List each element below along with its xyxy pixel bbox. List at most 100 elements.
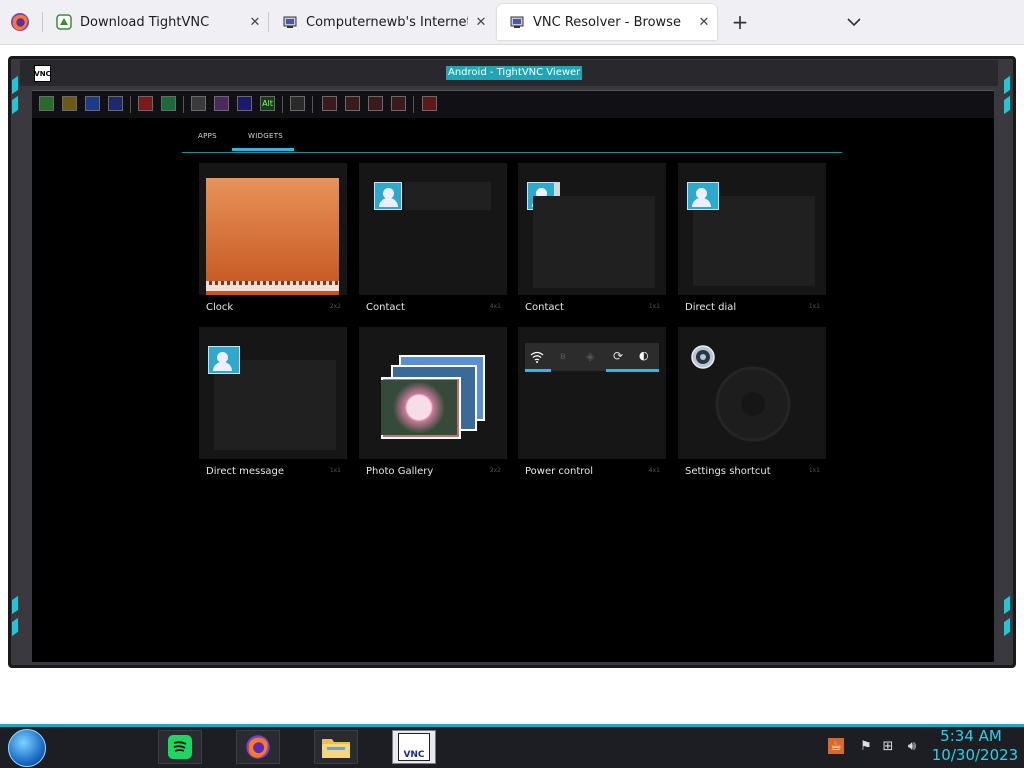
sync-icon: ⟳ xyxy=(613,349,624,363)
widget-name: Settings shortcut xyxy=(685,466,771,477)
options-icon[interactable] xyxy=(85,96,100,111)
tab-title: Download TightVNC xyxy=(80,14,210,30)
spotify-icon xyxy=(168,735,192,759)
zoom-in-icon[interactable] xyxy=(322,96,337,111)
taskbar-accent-stripe xyxy=(0,724,1024,727)
widget-name: Contact xyxy=(525,302,564,313)
taskbar-spotify[interactable] xyxy=(158,730,202,764)
wifi-on-indicator xyxy=(525,369,551,372)
taskbar-file-explorer[interactable] xyxy=(314,730,358,764)
toolbar-separator xyxy=(312,96,313,113)
tab-vnc-resolver[interactable]: VNC Resolver - Browse ✕ xyxy=(497,4,717,40)
taskbar-clock-time[interactable]: 5:34 AM xyxy=(926,727,1016,745)
refresh-icon[interactable] xyxy=(161,96,176,111)
widget-contact-1x1[interactable]: Contact 1x1 xyxy=(518,163,666,319)
vnc-resolver-site-icon xyxy=(509,14,525,30)
widget-direct-message[interactable]: Direct message 1x1 xyxy=(199,327,347,483)
java-update-icon[interactable]: ☕ xyxy=(828,738,844,754)
tightvnc-app-icon: VNC xyxy=(398,733,430,761)
tab-separator xyxy=(42,12,43,32)
widget-name: Photo Gallery xyxy=(366,466,434,477)
widget-preview xyxy=(359,327,507,459)
widget-direct-dial[interactable]: Direct dial 1x1 xyxy=(678,163,826,319)
active-tab-indicator xyxy=(232,148,294,151)
new-tab-button[interactable]: + xyxy=(728,10,752,34)
tab-title: Computernewb's Internet Pub xyxy=(306,14,468,30)
ctrl-key-icon[interactable] xyxy=(237,96,252,111)
ctrl-alt-del-icon[interactable] xyxy=(191,96,206,111)
chevron-down-icon[interactable] xyxy=(844,10,864,34)
wifi-icon xyxy=(530,351,544,363)
zoom-100-icon[interactable] xyxy=(368,96,383,111)
tab-computernewb[interactable]: Computernewb's Internet Pub ✕ xyxy=(270,0,494,44)
widget-contact-4x1[interactable]: Contact 4x1 xyxy=(359,163,507,319)
widget-preview: ʙ ◈ ⟳ ◐ xyxy=(518,327,666,459)
folder-icon xyxy=(322,739,350,758)
widget-name: Contact xyxy=(366,302,405,313)
gps-icon: ◈ xyxy=(586,350,595,363)
widget-name: Direct dial xyxy=(685,302,737,313)
zoom-fit-icon[interactable] xyxy=(391,96,406,111)
android-tab-bar: APPS WIDGETS xyxy=(182,118,842,153)
firefox-icon xyxy=(246,735,270,759)
start-button[interactable] xyxy=(8,729,46,767)
widget-name: Clock xyxy=(206,302,234,313)
new-connection-icon[interactable] xyxy=(39,96,54,111)
widget-preview xyxy=(518,163,666,295)
widget-size: 1x1 xyxy=(329,467,341,474)
transfer-files-icon[interactable] xyxy=(290,96,305,111)
widget-preview xyxy=(678,163,826,295)
settings-gear-icon xyxy=(691,345,715,369)
network-icon[interactable]: ⊞ xyxy=(880,738,896,754)
save-session-icon[interactable] xyxy=(62,96,77,111)
tab-separator xyxy=(268,12,269,32)
widget-power-control[interactable]: ʙ ◈ ⟳ ◐ Power control 4x1 xyxy=(518,327,666,483)
clock-base xyxy=(206,285,339,291)
widget-size: 4x1 xyxy=(648,467,660,474)
close-tab-icon[interactable]: ✕ xyxy=(691,15,717,30)
tab-title: VNC Resolver - Browse xyxy=(533,14,681,30)
vnc-toolbar: Alt xyxy=(32,90,994,120)
win-key-icon[interactable] xyxy=(214,96,229,111)
widget-size: 2x2 xyxy=(329,303,341,310)
connection-info-icon[interactable] xyxy=(108,96,123,111)
widget-preview xyxy=(199,163,347,295)
widget-settings-shortcut[interactable]: Settings shortcut 1x1 xyxy=(678,327,826,483)
widget-size: 4x1 xyxy=(489,303,501,310)
widget-photo-gallery[interactable]: Photo Gallery 2x2 xyxy=(359,327,507,483)
action-center-flag-icon[interactable]: ⚑ xyxy=(858,738,874,754)
full-screen-icon[interactable] xyxy=(422,96,437,111)
firefox-icon[interactable] xyxy=(10,12,30,32)
volume-icon[interactable]: 🔊︎ xyxy=(904,738,920,754)
widget-size: 1x1 xyxy=(808,303,820,310)
toolbar-separator xyxy=(130,96,131,113)
contact-ghost xyxy=(533,196,655,288)
window-title: Android - TightVNC Viewer xyxy=(446,66,583,80)
widget-size: 2x2 xyxy=(489,467,501,474)
vnc-system-menu-icon[interactable]: VNC xyxy=(34,65,51,82)
contact-name-placeholder xyxy=(405,182,491,210)
pause-icon[interactable] xyxy=(138,96,153,111)
brightness-icon: ◐ xyxy=(639,349,649,362)
android-remote-screen[interactable]: APPS WIDGETS Clock 2x2 Contact 4x1 Conta… xyxy=(32,118,994,662)
close-tab-icon[interactable]: ✕ xyxy=(242,15,268,30)
tab-apps[interactable]: APPS xyxy=(198,132,217,140)
browser-tab-strip: Download TightVNC ✕ Computernewb's Inter… xyxy=(0,0,1024,45)
flower-photo xyxy=(381,380,457,435)
tab-widgets[interactable]: WIDGETS xyxy=(248,132,283,140)
clock-widget-image xyxy=(206,178,339,295)
taskbar-firefox[interactable] xyxy=(236,730,280,764)
taskbar-tightvnc[interactable]: VNC xyxy=(392,730,436,764)
widget-size: 1x1 xyxy=(808,467,820,474)
zoom-out-icon[interactable] xyxy=(345,96,360,111)
phone-contact-icon xyxy=(687,182,719,210)
widget-preview xyxy=(199,327,347,459)
toolbar-separator xyxy=(282,96,283,113)
alt-key-button[interactable]: Alt xyxy=(260,96,275,111)
bluetooth-icon: ʙ xyxy=(560,351,566,362)
widget-clock[interactable]: Clock 2x2 xyxy=(199,163,347,319)
tab-download-tightvnc[interactable]: Download TightVNC ✕ xyxy=(44,0,268,44)
toolbar-separator xyxy=(413,96,414,113)
taskbar-clock-date[interactable]: 10/30/2023 xyxy=(926,746,1024,764)
close-tab-icon[interactable]: ✕ xyxy=(468,15,494,30)
